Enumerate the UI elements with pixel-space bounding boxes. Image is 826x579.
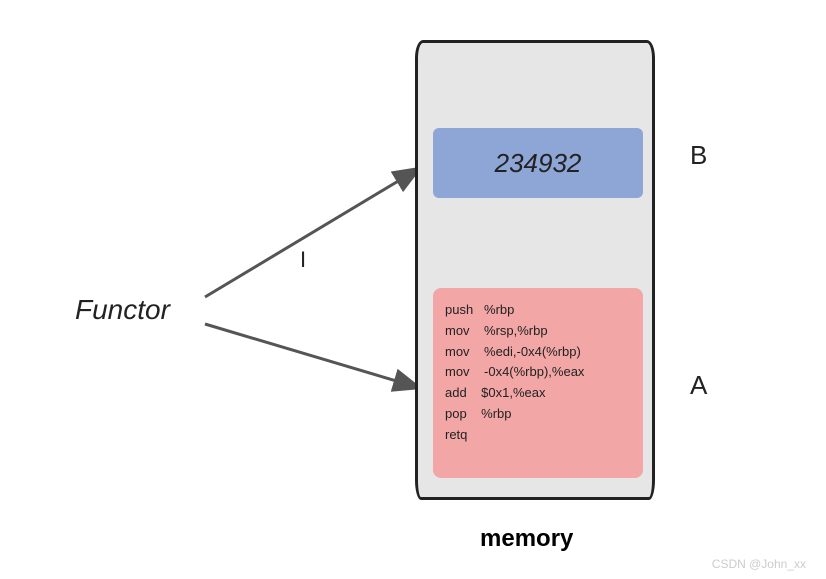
asm-line: pop %rbp — [445, 404, 631, 425]
functor-label: Functor — [75, 294, 170, 326]
asm-line: push %rbp — [445, 300, 631, 321]
asm-line: mov -0x4(%rbp),%eax — [445, 362, 631, 383]
memory-label: memory — [480, 525, 573, 553]
asm-line: add $0x1,%eax — [445, 383, 631, 404]
blue-box-value: 234932 — [495, 148, 582, 179]
arrow-to-b — [205, 168, 420, 297]
arrows — [0, 0, 826, 579]
red-box: push %rbp mov %rsp,%rbp mov %edi,-0x4(%r… — [433, 288, 643, 478]
asm-line: mov %rsp,%rbp — [445, 321, 631, 342]
label-a: A — [690, 370, 707, 401]
asm-line: mov %edi,-0x4(%rbp) — [445, 342, 631, 363]
label-b: B — [690, 140, 707, 171]
memory-container: 234932 push %rbp mov %rsp,%rbp mov %edi,… — [415, 40, 655, 500]
arrow-to-a — [205, 324, 420, 388]
blue-box: 234932 — [433, 128, 643, 198]
asm-line: retq — [445, 425, 631, 446]
cursor-marker: I — [300, 247, 306, 273]
watermark: CSDN @John_xx — [712, 557, 806, 571]
